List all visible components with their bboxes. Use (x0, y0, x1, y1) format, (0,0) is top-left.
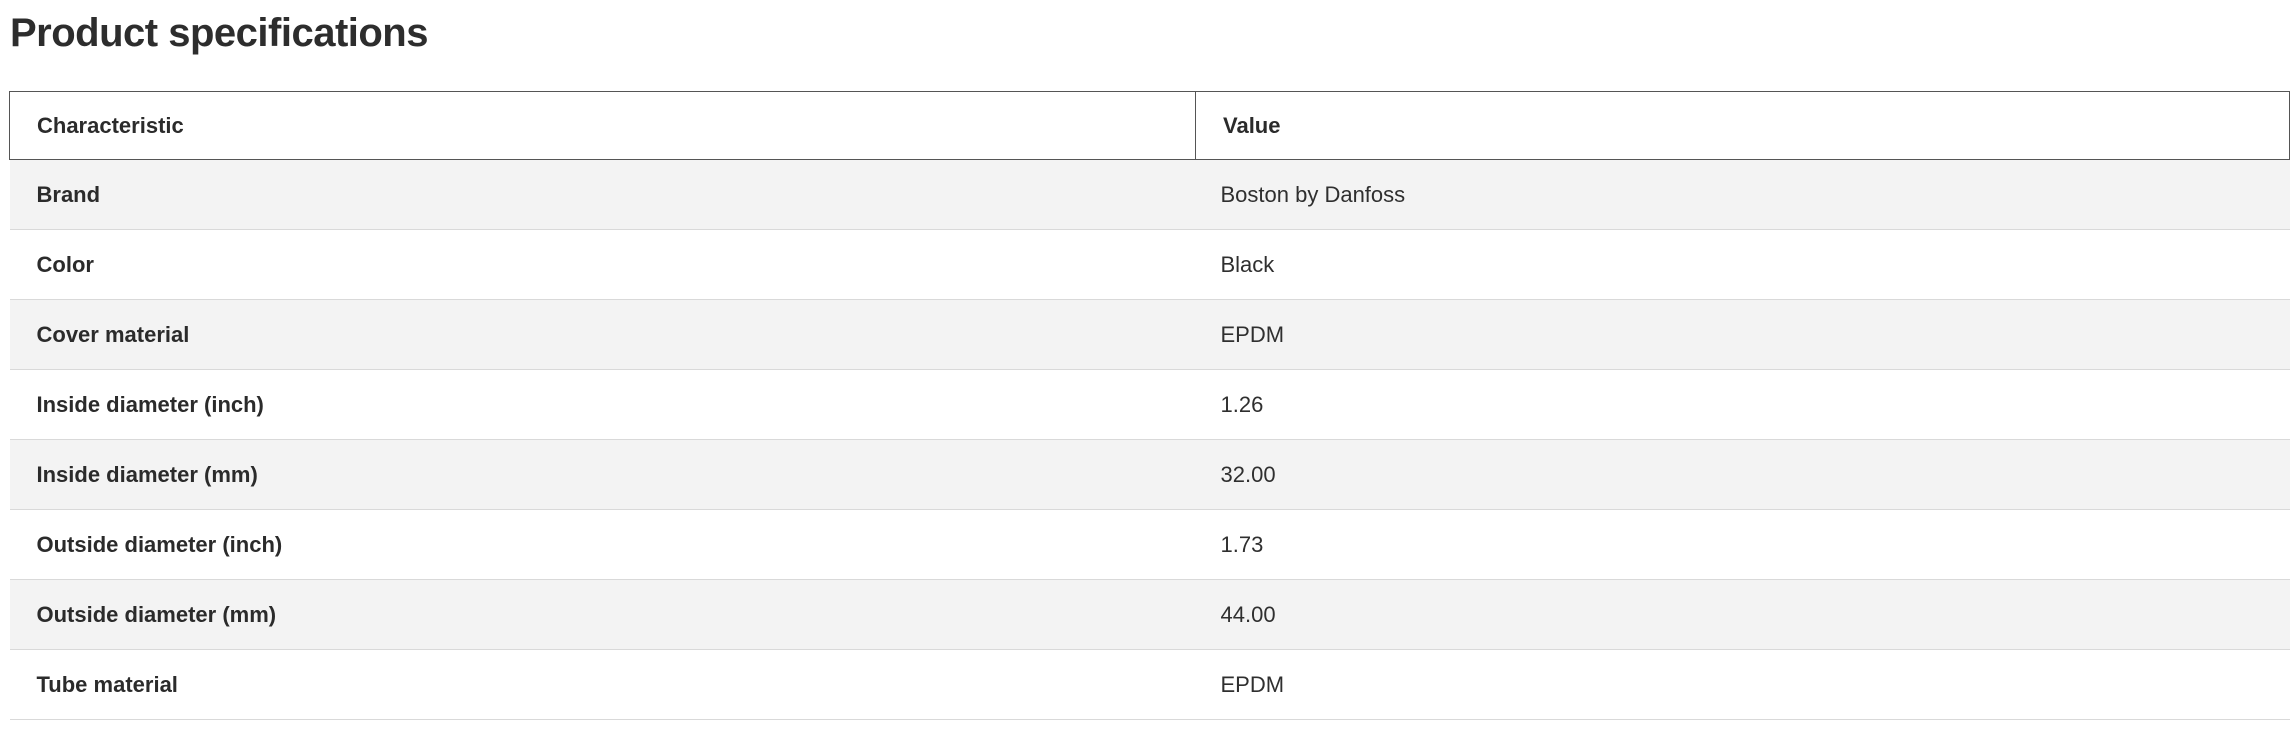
spec-value-tube-material: EPDM (1195, 649, 2290, 720)
spec-value-cover-material: EPDM (1195, 299, 2290, 370)
spec-key-inside-diameter-mm: Inside diameter (mm) (9, 439, 1196, 510)
spec-key-outside-diameter-inch: Outside diameter (inch) (9, 509, 1196, 580)
table-header: Characteristic Value (9, 91, 2290, 160)
spec-value-inside-diameter-inch: 1.26 (1195, 369, 2290, 440)
table-row: Outside diameter (inch) 1.73 (9, 509, 2290, 580)
spec-value-outside-diameter-inch: 1.73 (1195, 509, 2290, 580)
specifications-table: Characteristic Value Brand Boston by Dan… (9, 91, 2290, 720)
spec-key-brand: Brand (9, 159, 1196, 230)
spec-value-color: Black (1195, 229, 2290, 300)
spec-key-color: Color (9, 229, 1196, 300)
spec-key-inside-diameter-inch: Inside diameter (inch) (9, 369, 1196, 440)
table-row: Color Black (9, 229, 2290, 300)
column-header-characteristic: Characteristic (9, 91, 1196, 160)
product-specifications-page: Product specifications Characteristic Va… (0, 0, 2295, 729)
table-row: Inside diameter (mm) 32.00 (9, 439, 2290, 510)
table-row: Inside diameter (inch) 1.26 (9, 369, 2290, 440)
spec-key-outside-diameter-mm: Outside diameter (mm) (9, 579, 1196, 650)
table-row: Brand Boston by Danfoss (9, 159, 2290, 230)
spec-value-outside-diameter-mm: 44.00 (1195, 579, 2290, 650)
column-header-value: Value (1195, 91, 2290, 160)
table-row: Tube material EPDM (9, 649, 2290, 720)
spec-value-brand: Boston by Danfoss (1195, 159, 2290, 230)
table-body: Brand Boston by Danfoss Color Black Cove… (9, 159, 2290, 720)
spec-key-tube-material: Tube material (9, 649, 1196, 720)
spec-value-inside-diameter-mm: 32.00 (1195, 439, 2290, 510)
spec-key-cover-material: Cover material (9, 299, 1196, 370)
table-header-row: Characteristic Value (9, 91, 2290, 160)
page-title: Product specifications (10, 11, 428, 55)
table-row: Outside diameter (mm) 44.00 (9, 579, 2290, 650)
table-row: Cover material EPDM (9, 299, 2290, 370)
